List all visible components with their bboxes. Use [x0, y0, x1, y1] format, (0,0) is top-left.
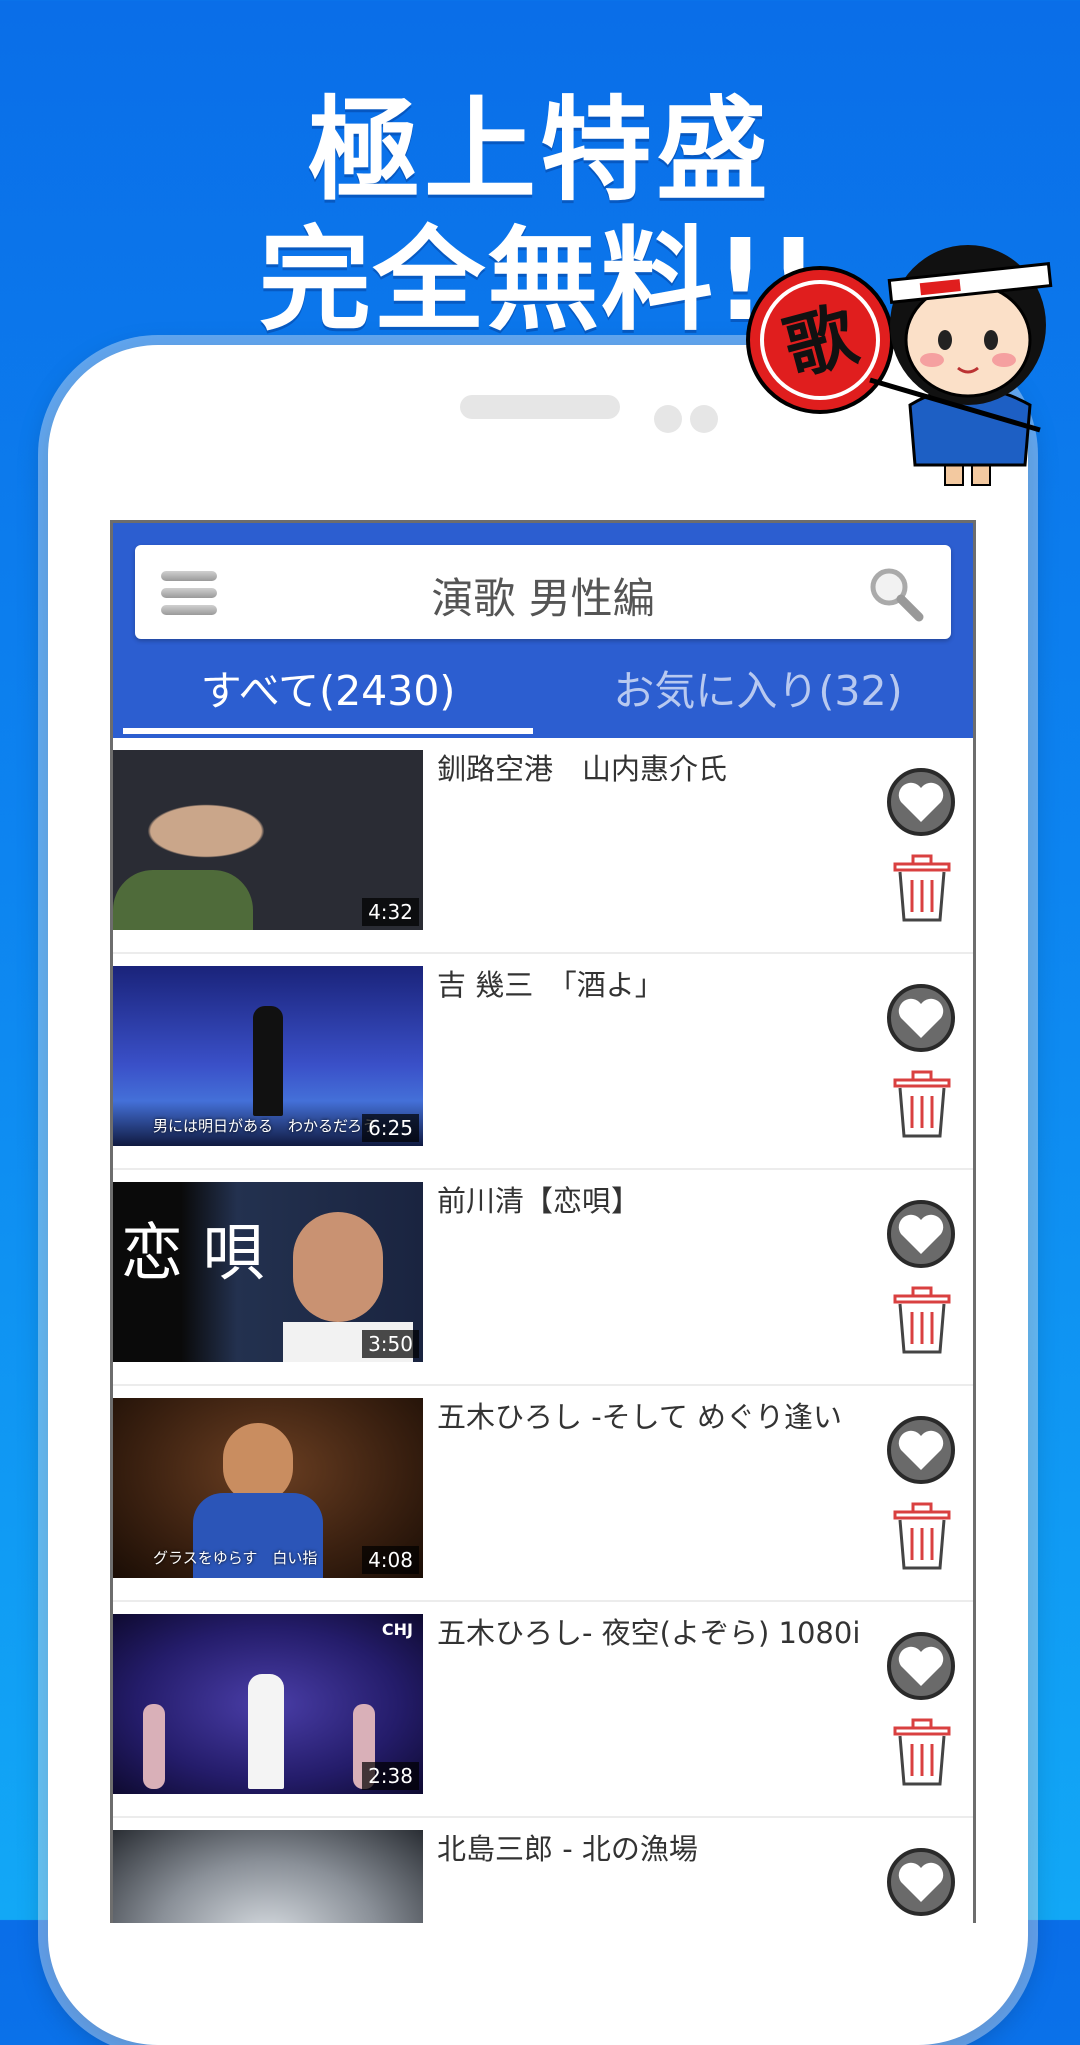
- phone-camera: [690, 405, 718, 433]
- delete-trash-icon[interactable]: [891, 1500, 953, 1572]
- video-title[interactable]: 前川清【恋唄】: [437, 1180, 877, 1222]
- hamburger-menu-icon[interactable]: [161, 571, 217, 615]
- list-item[interactable]: 男には明日がある わかるだろう 6:25 吉 幾三 「酒よ」: [113, 954, 973, 1170]
- video-title[interactable]: 吉 幾三 「酒よ」: [437, 964, 877, 1006]
- video-subtitle-overlay: 男には明日がある わかるだろう: [153, 1117, 378, 1135]
- delete-trash-icon[interactable]: [891, 1284, 953, 1356]
- phone-speaker: [460, 395, 620, 419]
- favorite-heart-icon[interactable]: [885, 1846, 957, 1918]
- app-bar: 演歌 男性編 すべて(2430) お気に入り(32): [113, 523, 973, 738]
- search-bar-title: 演歌 男性編: [431, 574, 655, 623]
- favorite-heart-icon[interactable]: [885, 982, 957, 1054]
- phone-sensor: [654, 405, 682, 433]
- video-subtitle-overlay: グラスをゆらす 白い指: [153, 1549, 318, 1567]
- delete-trash-icon[interactable]: [891, 1716, 953, 1788]
- video-title[interactable]: 北島三郎 - 北の漁場: [437, 1828, 877, 1870]
- video-duration: 2:38: [362, 1762, 419, 1790]
- tab-favorites[interactable]: お気に入り(32): [543, 651, 973, 738]
- video-title[interactable]: 五木ひろし- 夜空(よぞら) 1080i: [437, 1612, 877, 1654]
- search-bar[interactable]: 演歌 男性編: [135, 545, 951, 639]
- video-duration: 4:08: [362, 1546, 419, 1574]
- list-item[interactable]: グラスをゆらす 白い指 4:08 五木ひろし -そして めぐり逢い: [113, 1386, 973, 1602]
- video-title[interactable]: 釧路空港 山内惠介氏: [437, 748, 877, 790]
- list-item[interactable]: 4:32 釧路空港 山内惠介氏: [113, 738, 973, 954]
- video-duration: 6:25: [362, 1114, 419, 1142]
- delete-trash-icon[interactable]: [891, 852, 953, 924]
- mascot-illustration: 歌: [746, 245, 1053, 486]
- tab-bar: すべて(2430) お気に入り(32): [113, 651, 973, 738]
- video-title[interactable]: 五木ひろし -そして めぐり逢い: [437, 1396, 877, 1438]
- favorite-heart-icon[interactable]: [885, 766, 957, 838]
- video-thumbnail[interactable]: 男には明日がある わかるだろう 6:25: [113, 966, 423, 1146]
- search-icon[interactable]: [865, 563, 925, 623]
- video-thumbnail[interactable]: 4:32: [113, 750, 423, 930]
- delete-trash-icon[interactable]: [891, 1068, 953, 1140]
- video-thumbnail[interactable]: 恋 唄 3:50: [113, 1182, 423, 1362]
- list-item[interactable]: 北島三郎 - 北の漁場: [113, 1818, 973, 1923]
- video-thumbnail[interactable]: グラスをゆらす 白い指 4:08: [113, 1398, 423, 1578]
- video-duration: 3:50: [362, 1330, 419, 1358]
- tab-all[interactable]: すべて(2430): [113, 651, 543, 738]
- favorite-heart-icon[interactable]: [885, 1414, 957, 1486]
- favorite-heart-icon[interactable]: [885, 1630, 957, 1702]
- video-list: 4:32 釧路空港 山内惠介氏 男には明日がある わかるだろう 6:25 吉 幾…: [113, 738, 973, 1923]
- video-thumbnail[interactable]: [113, 1830, 423, 1923]
- favorite-heart-icon[interactable]: [885, 1198, 957, 1270]
- list-item[interactable]: CHJ 2:38 五木ひろし- 夜空(よぞら) 1080i: [113, 1602, 973, 1818]
- video-overlay-text: 恋 唄: [121, 1216, 265, 1289]
- list-item[interactable]: 恋 唄 3:50 前川清【恋唄】: [113, 1170, 973, 1386]
- video-thumbnail[interactable]: CHJ 2:38: [113, 1614, 423, 1794]
- app-screen: 演歌 男性編 すべて(2430) お気に入り(32) 4:32 釧路空港 山内惠…: [110, 520, 976, 1923]
- video-channel-tag: CHJ: [381, 1620, 413, 1639]
- video-duration: 4:32: [362, 898, 419, 926]
